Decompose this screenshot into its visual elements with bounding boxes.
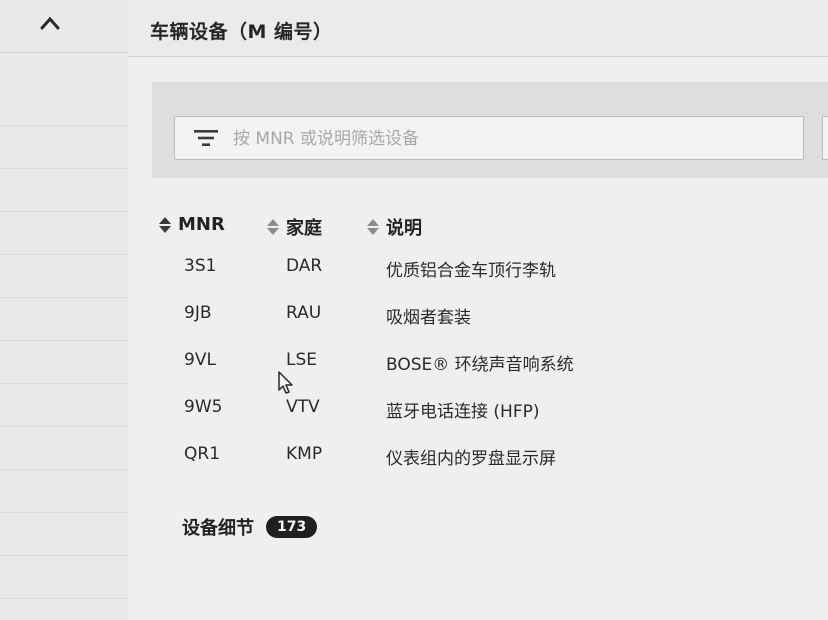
cell-description: 仪表组内的罗盘显示屏 (386, 449, 556, 469)
sort-icon (159, 216, 171, 233)
filter-input[interactable] (231, 117, 795, 161)
sort-icon (367, 219, 379, 235)
cell-mnr: 9W5 (184, 397, 223, 417)
cell-description: 优质铝合金车顶行李轨 (386, 261, 556, 281)
page-title: 车辆设备（M 编号） (150, 21, 333, 43)
table-body: 3S1 DAR 优质铝合金车顶行李轨 9JB RAU 吸烟者套装 9VL LSE… (158, 250, 718, 485)
sidebar (0, 0, 129, 620)
table-row[interactable]: 9W5 VTV 蓝牙电话连接 (HFP) (158, 391, 718, 438)
sidebar-item[interactable] (0, 169, 128, 212)
chevron-up-icon[interactable] (40, 16, 60, 30)
filter-side-button[interactable] (822, 116, 828, 160)
equipment-table: MNR 家庭 说明 3S1 DAR 优质铝合金车顶行李轨 9JB RAU 吸烟者… (158, 210, 718, 477)
column-header-family[interactable]: 家庭 (266, 214, 322, 240)
sidebar-item[interactable] (0, 556, 128, 599)
sidebar-item[interactable] (0, 470, 128, 513)
sidebar-item[interactable] (0, 513, 128, 556)
sidebar-item[interactable] (0, 255, 128, 298)
cell-description: BOSE® 环绕声音响系统 (386, 355, 574, 375)
table-row[interactable]: 9JB RAU 吸烟者套装 (158, 297, 718, 344)
column-header-description[interactable]: 说明 (366, 214, 422, 240)
sidebar-item[interactable] (0, 126, 128, 169)
sidebar-header (0, 0, 128, 53)
filter-bar (152, 82, 828, 178)
sidebar-item[interactable] (0, 384, 128, 427)
sidebar-item[interactable] (0, 341, 128, 384)
cell-description: 蓝牙电话连接 (HFP) (386, 402, 540, 422)
filter-icon (194, 130, 218, 146)
cell-mnr: 9JB (184, 303, 212, 323)
details-label: 设备细节 (182, 518, 254, 539)
cell-family: DAR (286, 256, 323, 276)
column-label: 家庭 (286, 218, 322, 239)
cell-family: KMP (286, 444, 323, 464)
filter-field[interactable] (174, 116, 804, 161)
cell-mnr: 9VL (184, 350, 216, 370)
table-row[interactable]: QR1 KMP 仪表组内的罗盘显示屏 (158, 438, 718, 485)
equipment-details-section[interactable]: 设备细节 173 (182, 514, 318, 540)
cell-family: LSE (286, 350, 318, 370)
panel-header: 车辆设备（M 编号） (128, 0, 828, 57)
table-row[interactable]: 3S1 DAR 优质铝合金车顶行李轨 (158, 250, 718, 297)
cell-description: 吸烟者套装 (386, 308, 471, 328)
column-header-mnr[interactable]: MNR (158, 214, 225, 235)
table-header: MNR 家庭 说明 (158, 210, 718, 242)
sidebar-item[interactable] (0, 298, 128, 341)
column-label: 说明 (386, 218, 422, 239)
equipment-panel: 车辆设备（M 编号） MNR 家庭 (128, 0, 828, 620)
cell-mnr: 3S1 (184, 256, 217, 276)
column-label: MNR (178, 214, 225, 235)
sidebar-item[interactable] (0, 212, 128, 255)
sidebar-item[interactable] (0, 83, 128, 126)
mouse-pointer-icon (278, 371, 293, 394)
table-row[interactable]: 9VL LSE BOSE® 环绕声音响系统 (158, 344, 718, 391)
cell-family: RAU (286, 303, 322, 323)
sidebar-item[interactable] (0, 427, 128, 470)
cell-family: VTV (286, 397, 320, 417)
sort-icon (267, 219, 279, 235)
cell-mnr: QR1 (184, 444, 221, 464)
count-badge: 173 (266, 516, 318, 538)
